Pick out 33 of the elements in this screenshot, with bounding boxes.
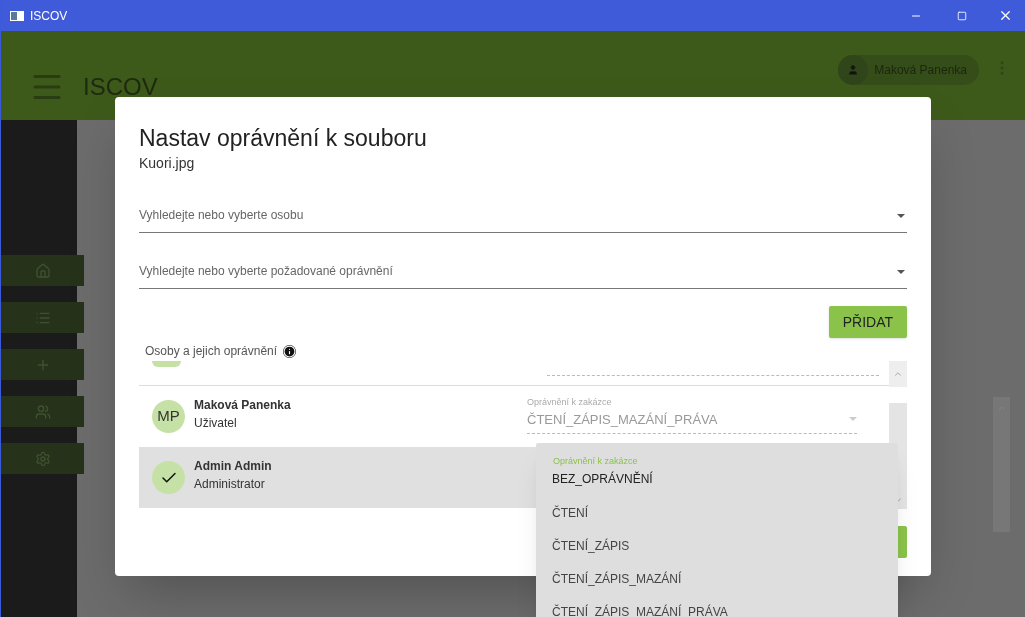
person-name: Admin Admin [194,458,273,475]
app-icon [10,10,24,21]
window-title: ISCOV [30,7,68,25]
sidebar-item[interactable] [1,255,84,286]
user-icon [838,55,869,85]
check-avatar [152,461,185,494]
avatar [152,361,181,367]
dropdown-option[interactable]: ČTENÍ_ZÁPIS_MAZÁNÍ [536,562,898,596]
file-name: Kuori.jpg [139,154,196,173]
person-field[interactable]: Vyhledejte nebo vyberte osobu [139,198,907,233]
sidebar-item[interactable] [1,443,84,474]
person-role: Administrator [194,476,266,493]
avatar: MP [152,400,185,433]
people-icon [34,403,51,420]
settings-icon [34,450,51,467]
dropdown-option[interactable]: ČTENÍ_ZÁPIS [536,529,898,563]
dropdown-label: Oprávnění k zakázce [552,455,639,468]
sidebar-item[interactable] [1,396,84,427]
maximize-icon [957,10,967,21]
caret-icon [897,214,905,218]
dialog-title: Nastav oprávnění k souboru [139,125,428,151]
caret-icon [849,417,857,422]
sidebar-item[interactable] [1,349,84,380]
scroll-up-icon [893,369,903,379]
sidebar-item[interactable] [1,302,84,333]
section-label: Osoby a jejich oprávnění [145,343,278,360]
person-role: Uživatel [194,415,238,432]
add-button[interactable]: PŘIDAT [828,306,907,338]
home-icon [34,262,51,279]
info-icon [283,344,297,358]
caret-icon [897,270,905,274]
permission-field[interactable]: Vyhledejte nebo vyberte požadované oprávnění [139,254,907,289]
person-name: Maková Panenka [194,397,292,414]
